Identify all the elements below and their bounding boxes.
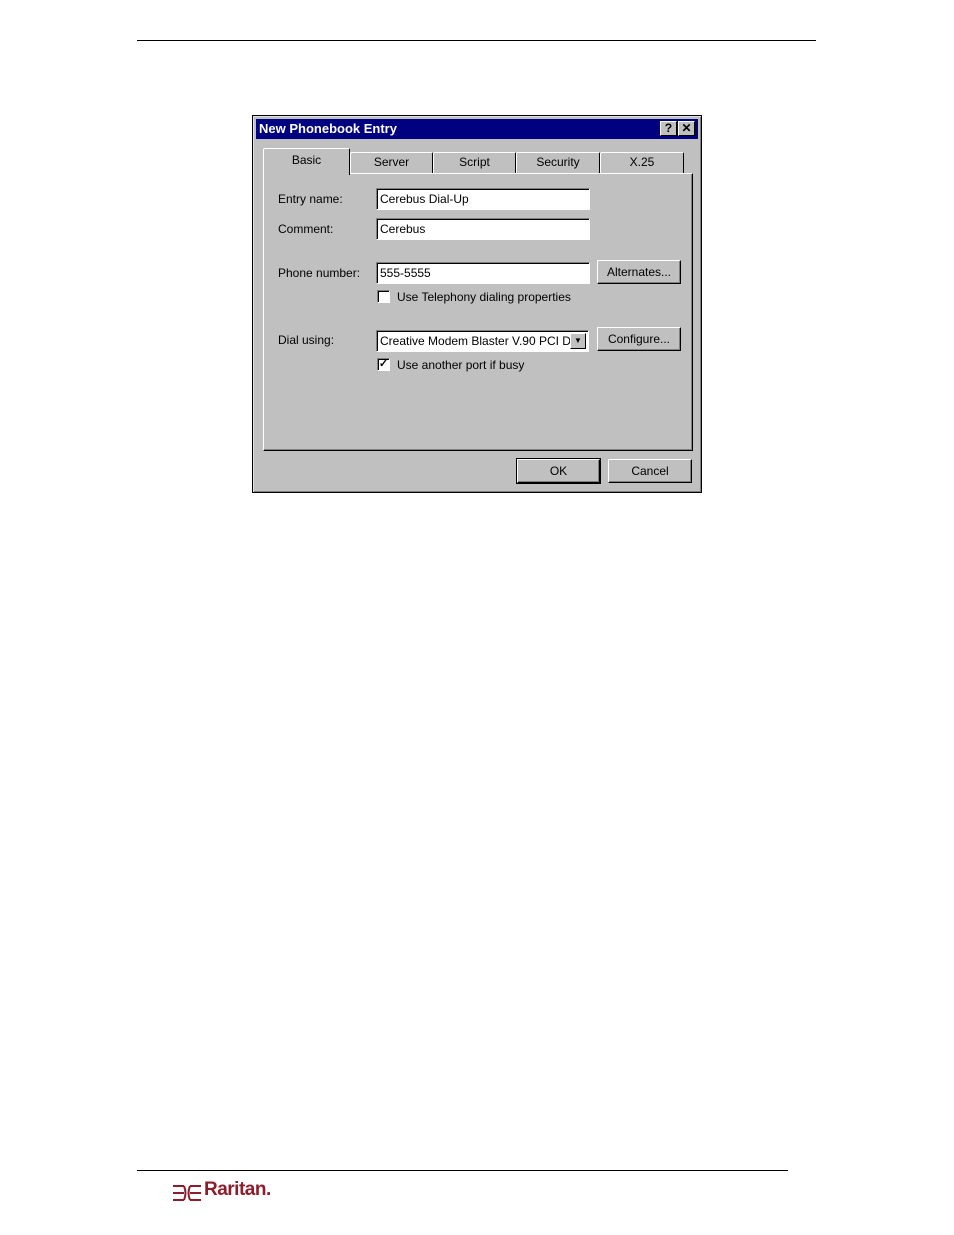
raritan-mark-icon [173, 1185, 201, 1201]
configure-button[interactable]: Configure... [597, 327, 681, 351]
help-icon: ? [664, 121, 673, 135]
title-bar: New Phonebook Entry ? ✕ [256, 119, 698, 139]
telephony-checkbox[interactable] [377, 290, 390, 303]
tab-security[interactable]: Security [516, 152, 600, 173]
ok-button[interactable]: OK [516, 458, 601, 484]
tab-script[interactable]: Script [433, 152, 516, 173]
help-button[interactable]: ? [660, 121, 677, 136]
tab-basic[interactable]: Basic [263, 148, 350, 175]
comment-label: Comment: [278, 222, 334, 236]
entry-name-input[interactable]: Cerebus Dial-Up [376, 188, 590, 210]
dropdown-arrow-icon[interactable]: ▼ [570, 333, 586, 349]
header-rule [137, 40, 816, 41]
comment-input[interactable]: Cerebus [376, 218, 590, 240]
close-button[interactable]: ✕ [678, 121, 695, 136]
close-icon: ✕ [681, 121, 692, 135]
tab-x25[interactable]: X.25 [600, 152, 684, 173]
busy-label: Use another port if busy [397, 358, 525, 372]
busy-checkbox[interactable]: ✓ [377, 358, 390, 371]
dialog-title: New Phonebook Entry [259, 121, 397, 136]
phone-number-input[interactable]: 555-5555 [376, 262, 590, 284]
checkmark-icon: ✓ [378, 358, 389, 370]
dial-using-label: Dial using: [278, 333, 335, 347]
dial-using-value: Creative Modem Blaster V.90 PCI D [380, 334, 571, 348]
entry-name-label: Entry name: [278, 192, 343, 206]
telephony-label: Use Telephony dialing properties [397, 290, 571, 304]
cancel-button[interactable]: Cancel [608, 459, 692, 483]
dial-using-select[interactable]: Creative Modem Blaster V.90 PCI D ▼ [376, 330, 589, 352]
new-phonebook-entry-dialog: New Phonebook Entry ? ✕ Basic Server Scr… [252, 115, 702, 493]
footer-rule [137, 1170, 788, 1171]
logo-wordmark: Raritan. [204, 1179, 271, 1200]
phone-number-label: Phone number: [278, 266, 361, 280]
tab-server[interactable]: Server [350, 152, 433, 173]
alternates-button[interactable]: Alternates... [597, 260, 681, 284]
basic-tab-panel: Entry name: Cerebus Dial-Up Comment: Cer… [263, 173, 693, 451]
